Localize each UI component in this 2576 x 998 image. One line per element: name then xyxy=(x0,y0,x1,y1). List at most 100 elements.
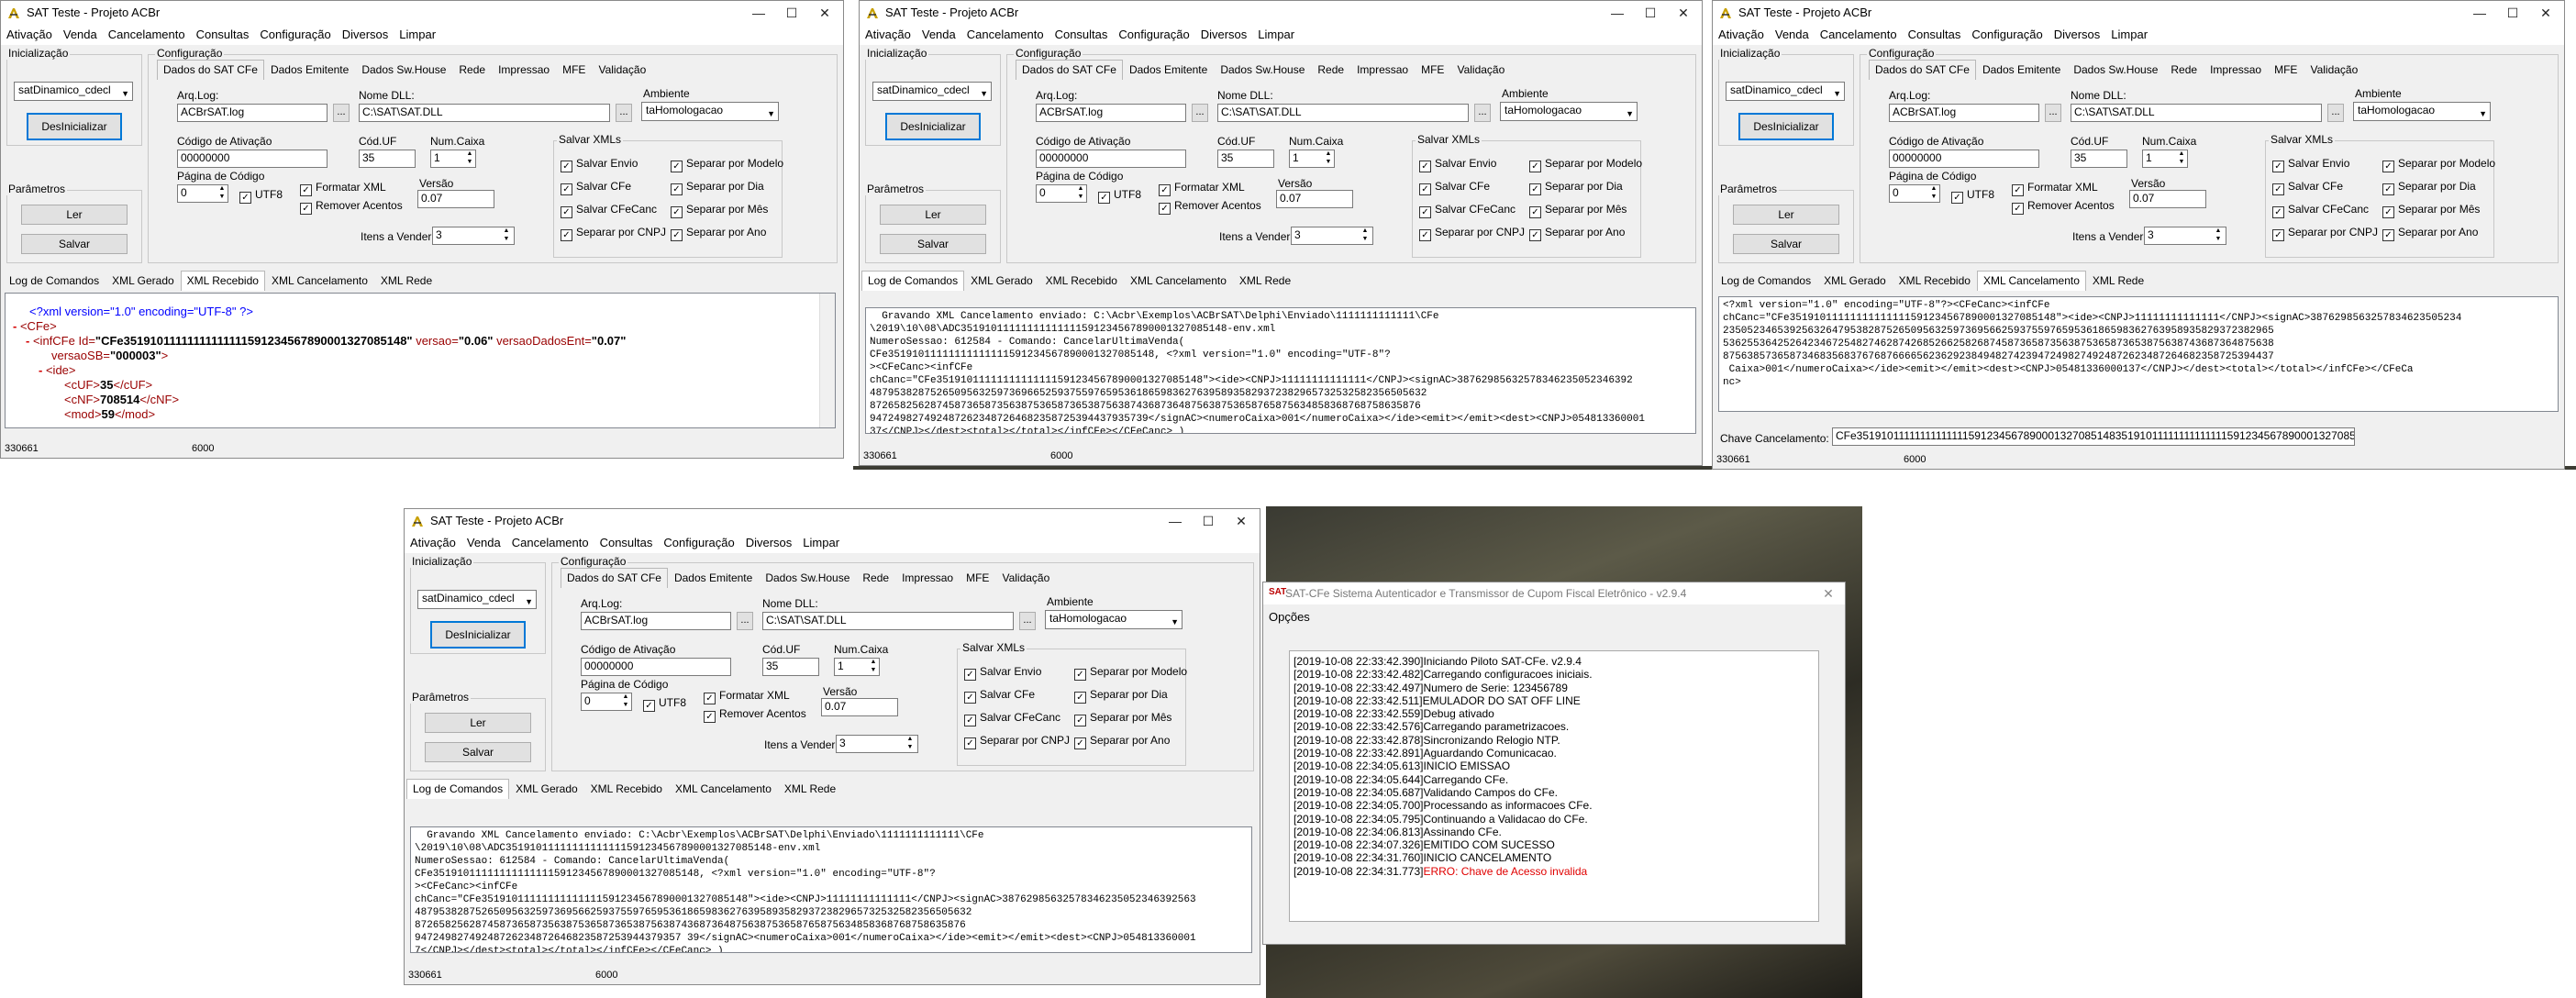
browse-log-button[interactable]: ... xyxy=(333,104,350,122)
ambiente-select[interactable]: taHomologacao ▼ xyxy=(641,102,779,121)
config-tab[interactable]: Dados do SAT CFe xyxy=(1016,60,1123,80)
log-tab[interactable]: XML Gerado xyxy=(964,271,1039,292)
remover-acentos-checkbox[interactable]: ✓ Remover Acentos xyxy=(300,199,403,215)
separar-checkbox[interactable]: ✓ Separar por Dia xyxy=(1074,688,1168,704)
menu-item[interactable]: Consultas xyxy=(191,25,255,41)
arq-log-input[interactable]: ACBrSAT.log xyxy=(1889,104,2039,122)
menu-item[interactable]: Venda xyxy=(916,25,961,41)
config-tab[interactable]: Validação xyxy=(592,60,652,81)
menu-item[interactable]: Venda xyxy=(58,25,103,41)
title-bar[interactable]: SAT Teste - Projeto ACBr — ☐ ✕ xyxy=(405,509,1260,533)
log-memo[interactable]: Gravando XML Cancelamento enviado: C:\Ac… xyxy=(410,826,1252,953)
salvar-button[interactable]: Salvar xyxy=(880,234,986,254)
salvar-checkbox[interactable]: ✓ Salvar Envio xyxy=(1419,157,1496,172)
config-tab[interactable]: Dados Sw.House xyxy=(759,568,856,589)
separar-checkbox[interactable]: ✓ Separar por Modelo xyxy=(1074,665,1187,681)
menu-item[interactable]: Cancelamento xyxy=(506,533,594,549)
log-tab[interactable]: XML Recebido xyxy=(584,779,669,800)
config-tab[interactable]: MFE xyxy=(2268,60,2304,81)
config-tab[interactable]: Dados Emitente xyxy=(264,60,355,81)
ler-button[interactable]: Ler xyxy=(21,205,128,225)
salvar-checkbox[interactable]: ✓ Separar por CNPJ xyxy=(2272,226,2378,241)
salvar-checkbox[interactable]: ✓ Salvar Envio xyxy=(561,157,638,172)
minimize-icon[interactable]: — xyxy=(2463,3,2496,23)
browse-log-button[interactable]: ... xyxy=(2045,104,2061,122)
separar-checkbox[interactable]: ✓ Separar por Ano xyxy=(2382,226,2478,241)
remover-acentos-checkbox[interactable]: ✓ Remover Acentos xyxy=(704,707,806,723)
spin-arrows-icon[interactable]: ▲ ▼ xyxy=(867,658,880,676)
menu-item[interactable]: Limpar xyxy=(394,25,441,41)
horizontal-scrollbar[interactable] xyxy=(5,428,836,441)
minimize-icon[interactable]: — xyxy=(1159,511,1192,531)
log-tab[interactable]: Log de Comandos xyxy=(3,271,105,292)
log-tab[interactable]: XML Gerado xyxy=(1817,271,1893,292)
log-tab[interactable]: XML Gerado xyxy=(509,779,584,800)
cod-uf-input[interactable]: 35 xyxy=(2071,150,2127,168)
menu-item[interactable]: Diversos xyxy=(2049,25,2106,41)
spin-arrows-icon[interactable]: ▲ ▼ xyxy=(2212,227,2225,245)
config-tab[interactable]: Impressao xyxy=(1350,60,1415,81)
browse-dll-button[interactable]: ... xyxy=(2327,104,2344,122)
chave-cancelamento-input[interactable]: CFe3519101111111111111159123456789000132… xyxy=(1832,427,2355,446)
spin-arrows-icon[interactable]: ▲ ▼ xyxy=(463,150,476,168)
log-tab[interactable]: XML Cancelamento xyxy=(1976,271,2086,291)
config-tab[interactable]: Rede xyxy=(856,568,895,589)
browse-dll-button[interactable]: ... xyxy=(616,104,632,122)
spin-arrows-icon[interactable]: ▲ ▼ xyxy=(500,227,513,245)
menu-item[interactable]: Configuração xyxy=(658,533,739,549)
arq-log-input[interactable]: ACBrSAT.log xyxy=(581,612,731,630)
config-tab[interactable]: MFE xyxy=(556,60,592,81)
menu-item[interactable]: Diversos xyxy=(740,533,798,549)
desinicializar-button[interactable]: DesInicializar xyxy=(1738,113,1834,140)
menu-item[interactable]: Limpar xyxy=(797,533,845,549)
desinicializar-button[interactable]: DesInicializar xyxy=(430,621,526,649)
config-tab[interactable]: Dados do SAT CFe xyxy=(157,60,264,80)
menu-item[interactable]: Consultas xyxy=(1903,25,1967,41)
menu-item[interactable]: Ativação xyxy=(1,25,58,41)
remover-acentos-checkbox[interactable]: ✓ Remover Acentos xyxy=(2012,199,2115,215)
salvar-checkbox[interactable]: ✓ Salvar CFeCanc xyxy=(561,203,657,218)
title-bar[interactable]: SAT Teste - Projeto ACBr — ☐ ✕ xyxy=(860,1,1702,25)
ambiente-select[interactable]: taHomologacao ▼ xyxy=(1045,610,1183,629)
config-tab[interactable]: Validação xyxy=(1450,60,1511,81)
salvar-checkbox[interactable]: ✓ Salvar CFeCanc xyxy=(2272,203,2369,218)
versao-input[interactable]: 0.07 xyxy=(417,190,494,208)
separar-checkbox[interactable]: ✓ Separar por Mês xyxy=(1529,203,1627,218)
spin-arrows-icon[interactable]: ▲ ▼ xyxy=(1927,184,1940,203)
config-tab[interactable]: Rede xyxy=(452,60,492,81)
log-tab[interactable]: XML Rede xyxy=(778,779,842,800)
menu-item[interactable]: Cancelamento xyxy=(961,25,1049,41)
config-tab[interactable]: MFE xyxy=(960,568,995,589)
salvar-button[interactable]: Salvar xyxy=(1733,234,1839,254)
title-bar[interactable]: SAT Teste - Projeto ACBr — ☐ ✕ xyxy=(1713,1,2564,25)
minimize-icon[interactable]: — xyxy=(742,3,775,23)
salvar-button[interactable]: Salvar xyxy=(21,234,128,254)
menu-item[interactable]: Consultas xyxy=(594,533,659,549)
menu-item[interactable]: Limpar xyxy=(1252,25,1300,41)
formatar-xml-checkbox[interactable]: ✓ Formatar XML xyxy=(300,181,386,196)
log-tab[interactable]: XML Rede xyxy=(374,271,439,292)
maximize-icon[interactable]: ☐ xyxy=(1634,3,1667,23)
separar-checkbox[interactable]: ✓ Separar por Dia xyxy=(1529,180,1623,195)
modelo-select[interactable]: satDinamico_cdecl ▼ xyxy=(14,82,133,101)
cod-ativacao-input[interactable]: 00000000 xyxy=(1889,150,2039,168)
cancelamento-memo[interactable]: <?xml version="1.0" encoding="UTF-8"?><C… xyxy=(1718,296,2559,412)
vertical-scrollbar[interactable] xyxy=(819,294,835,427)
log-tab[interactable]: XML Rede xyxy=(1233,271,1297,292)
versao-input[interactable]: 0.07 xyxy=(821,698,898,716)
menu-item[interactable]: Venda xyxy=(1770,25,1815,41)
log-tab[interactable]: Log de Comandos xyxy=(861,271,965,291)
nome-dll-input[interactable]: C:\SAT\SAT.DLL xyxy=(762,612,1014,630)
salvar-checkbox[interactable]: ✓ Salvar CFe xyxy=(561,180,631,195)
cod-uf-input[interactable]: 35 xyxy=(762,658,819,676)
separar-checkbox[interactable]: ✓ Separar por Modelo xyxy=(1529,157,1642,172)
log-tab[interactable]: XML Gerado xyxy=(105,271,181,292)
modelo-select[interactable]: satDinamico_cdecl ▼ xyxy=(872,82,992,101)
config-tab[interactable]: Rede xyxy=(2164,60,2204,81)
ambiente-select[interactable]: taHomologacao ▼ xyxy=(2353,102,2491,121)
formatar-xml-checkbox[interactable]: ✓ Formatar XML xyxy=(2012,181,2098,196)
title-bar[interactable]: SAT Teste - Projeto ACBr — ☐ ✕ xyxy=(1,1,843,25)
close-icon[interactable]: ✕ xyxy=(1225,511,1258,531)
menu-item[interactable]: Diversos xyxy=(1195,25,1253,41)
config-tab[interactable]: Rede xyxy=(1311,60,1350,81)
